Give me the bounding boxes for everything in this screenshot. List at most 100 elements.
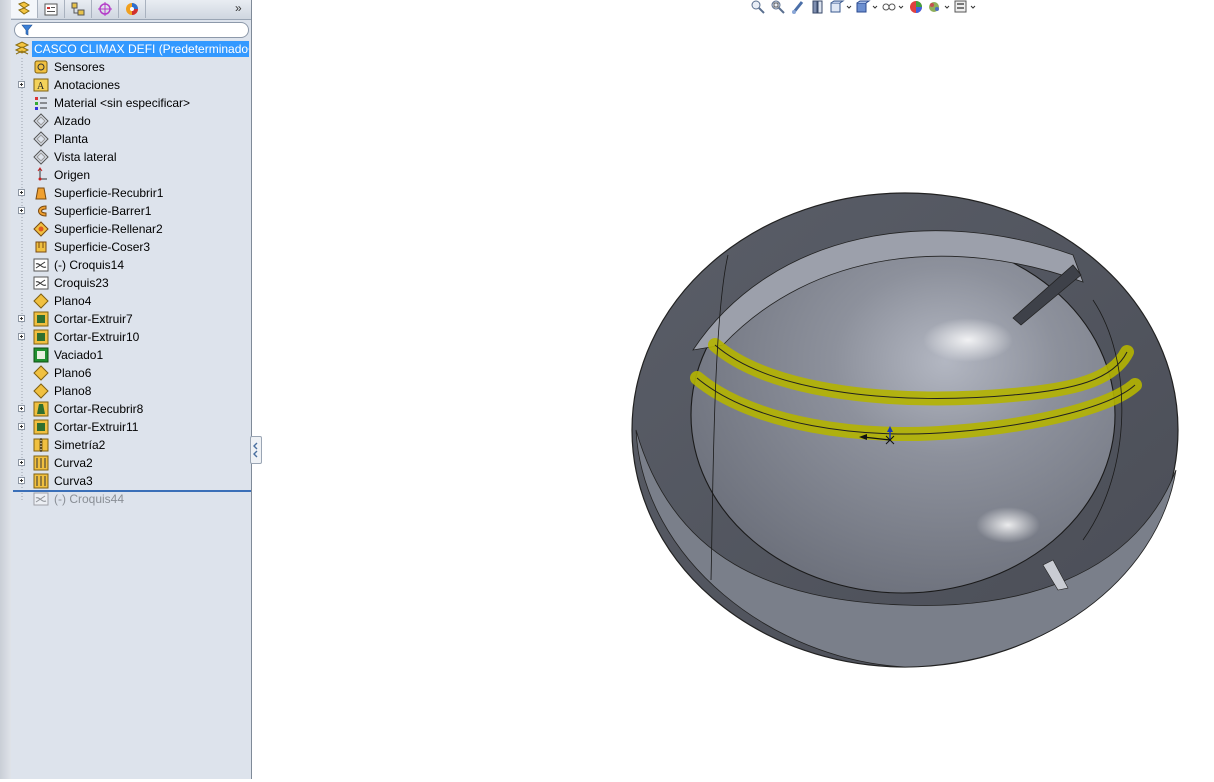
tree-item[interactable]: Vaciado1 (11, 346, 251, 364)
cut-extrude-icon (33, 329, 49, 345)
part-icon (14, 41, 30, 55)
tree-item[interactable]: Croquis23 (11, 274, 251, 292)
cut-extrude-icon (33, 419, 49, 435)
tree-item-label: Simetría2 (54, 438, 106, 452)
tree-item-label: Plano4 (54, 294, 92, 308)
tree-item-label: Planta (54, 132, 89, 146)
cut-extrude-icon (33, 311, 49, 327)
tree-item[interactable]: Plano4 (11, 292, 251, 310)
expand-icon[interactable] (18, 477, 25, 484)
feature-manager-panel: » CASCO CLIMAX DEFI (Predeterminado< Sen… (11, 0, 252, 779)
expand-icon[interactable] (18, 189, 25, 196)
tree-item-label: Plano8 (54, 384, 92, 398)
tree-item[interactable]: A Anotaciones (11, 76, 251, 94)
tree-item[interactable]: Superficie-Coser3 (11, 238, 251, 256)
surface-loft-icon (35, 187, 47, 200)
tree-item-label: Curva2 (54, 456, 93, 470)
tree-item-label: Superficie-Barrer1 (54, 204, 152, 218)
tree-item-label: Croquis23 (54, 276, 109, 290)
ref-plane-icon (33, 365, 49, 381)
filter-icon (21, 24, 33, 36)
tree-item[interactable]: Cortar-Recubrir8 (11, 400, 251, 418)
expand-icon[interactable] (18, 405, 25, 412)
tree-item-label: Anotaciones (54, 78, 121, 92)
tree-item-label: Cortar-Extruir10 (54, 330, 140, 344)
tree-item[interactable]: Origen (11, 166, 251, 184)
curve-icon (33, 473, 49, 489)
plane-icon (33, 149, 49, 165)
expand-panel-icon[interactable]: » (235, 1, 242, 15)
expand-icon[interactable] (18, 315, 25, 322)
ref-plane-icon (33, 293, 49, 309)
sketch-icon (33, 492, 49, 506)
tree-item-label: Alzado (54, 114, 91, 128)
sketch-icon (33, 258, 49, 272)
expand-icon[interactable] (18, 207, 25, 214)
graphics-area[interactable] (253, 0, 1214, 779)
tree-item[interactable]: Simetría2 (11, 436, 251, 454)
tree-item-label: Cortar-Extruir7 (54, 312, 133, 326)
tree-item-label: Curva3 (54, 474, 93, 488)
tree-item[interactable]: Superficie-Recubrir1 (11, 184, 251, 202)
expand-icon[interactable] (18, 333, 25, 340)
expand-icon[interactable] (18, 423, 25, 430)
tree-item[interactable]: Planta (11, 130, 251, 148)
tree-item-label: Cortar-Recubrir8 (54, 402, 144, 416)
expand-icon[interactable] (18, 81, 25, 88)
tree-root-part[interactable]: CASCO CLIMAX DEFI (Predeterminado< (11, 40, 251, 58)
tree-item[interactable]: Alzado (11, 112, 251, 130)
tree-item-label: Superficie-Rellenar2 (54, 222, 163, 236)
panel-tabs: » (11, 0, 251, 20)
tree-item[interactable]: (-) Croquis44 (11, 490, 251, 508)
property-manager-icon[interactable] (38, 0, 65, 18)
shell-icon (33, 347, 49, 363)
ref-plane-icon (33, 383, 49, 399)
rollback-bar[interactable] (13, 490, 251, 492)
tree-item[interactable]: Vista lateral (11, 148, 251, 166)
tree-item[interactable]: Plano8 (11, 382, 251, 400)
tree-item-label: Superficie-Recubrir1 (54, 186, 164, 200)
surface-sweep-icon (38, 205, 47, 217)
tree-item[interactable]: (-) Croquis14 (11, 256, 251, 274)
tree-item-label: Vaciado1 (54, 348, 104, 362)
tree-item[interactable]: Superficie-Barrer1 (11, 202, 251, 220)
tree-item[interactable]: Cortar-Extruir7 (11, 310, 251, 328)
configuration-manager-icon[interactable] (65, 0, 92, 18)
tree-item-label: Sensores (54, 60, 105, 74)
tree-item-label: (-) Croquis14 (54, 258, 125, 272)
tree-item[interactable]: Sensores (11, 58, 251, 76)
tree-item[interactable]: Superficie-Rellenar2 (11, 220, 251, 238)
tree-item[interactable]: Curva3 (11, 472, 251, 490)
tree-item[interactable]: Curva2 (11, 454, 251, 472)
curve-icon (33, 455, 49, 471)
tree-item[interactable]: Material <sin especificar> (11, 94, 251, 112)
feature-manager-icon[interactable] (11, 0, 38, 18)
dimxpert-icon[interactable] (92, 0, 119, 18)
surface-knit-icon (35, 241, 47, 253)
tree-item-label: Cortar-Extruir11 (54, 420, 139, 434)
helmet-model[interactable] (253, 0, 1214, 779)
annotations-icon: A (33, 78, 49, 92)
expand-icon[interactable] (18, 459, 25, 466)
root-label: CASCO CLIMAX DEFI (Predeterminado< (32, 41, 249, 57)
plane-icon (33, 131, 49, 147)
origin-icon (37, 167, 47, 181)
tree-item-label: Superficie-Coser3 (54, 240, 151, 254)
sensors-icon (34, 60, 48, 74)
svg-text:A: A (37, 81, 45, 92)
tree-item-label: (-) Croquis44 (54, 492, 125, 506)
tree-item-label: Material <sin especificar> (54, 96, 191, 110)
material-icon (35, 97, 47, 110)
display-manager-icon[interactable] (119, 0, 146, 18)
sketch-icon (33, 276, 49, 290)
tree-filter-input[interactable] (14, 22, 249, 38)
tree-item-label: Plano6 (54, 366, 92, 380)
tree-item[interactable]: Plano6 (11, 364, 251, 382)
tree-item[interactable]: Cortar-Extruir10 (11, 328, 251, 346)
mirror-icon (33, 438, 49, 452)
cut-loft-icon (33, 401, 49, 417)
tree-item-label: Origen (54, 168, 91, 182)
plane-icon (33, 113, 49, 129)
tree-item[interactable]: Cortar-Extruir11 (11, 418, 251, 436)
surface-fill-icon (33, 221, 49, 237)
